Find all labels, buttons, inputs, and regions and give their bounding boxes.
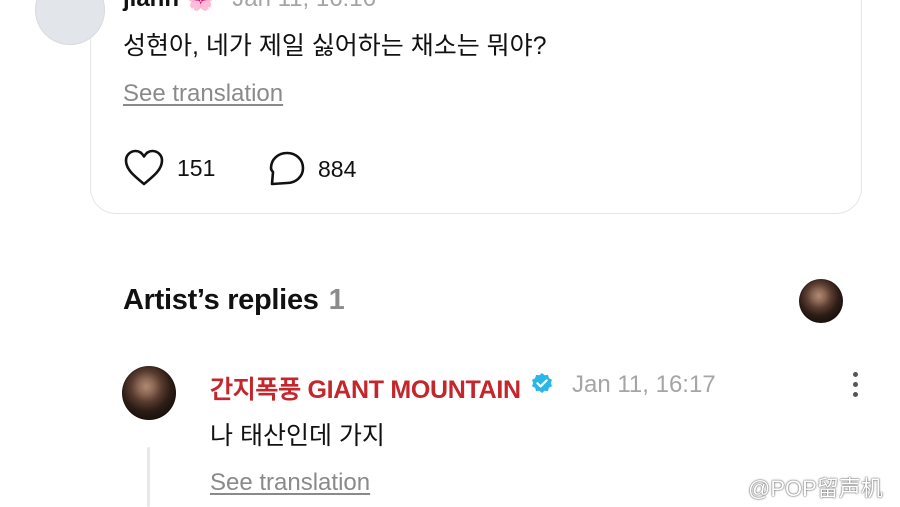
flower-emoji-icon: 🌸: [179, 0, 216, 12]
heart-icon: [124, 149, 164, 186]
like-count: 151: [177, 154, 216, 181]
reply-more-vertical-icon[interactable]: [851, 372, 861, 402]
watermark-text: @POP留声机: [748, 476, 883, 501]
post-timestamp: Jan 11, 16:16: [232, 0, 376, 12]
comment-count: 884: [318, 155, 357, 182]
post-header: jiahh 🌸 Jan 11, 16:16: [123, 0, 376, 13]
artist-replies-count: 1: [328, 284, 345, 316]
post-text: 성현아, 네가 제일 싫어하는 채소는 뭐야?: [123, 32, 547, 60]
reply-see-translation-link[interactable]: See translation: [210, 469, 370, 497]
more-vertical-icon[interactable]: [815, 0, 825, 10]
watermark: @POP留声机: [710, 471, 883, 503]
weibo-icon: [711, 477, 742, 499]
verified-badge-icon: [532, 373, 552, 393]
artist-avatar-small[interactable]: [799, 279, 843, 323]
like-button[interactable]: 151: [123, 148, 215, 188]
post-username[interactable]: jiahh: [123, 0, 179, 12]
post-see-translation-link[interactable]: See translation: [123, 80, 283, 108]
comment-icon: [269, 151, 305, 186]
reply-artist-name[interactable]: 간지폭풍 GIANT MOUNTAIN: [210, 370, 521, 406]
comment-button[interactable]: 884: [268, 150, 356, 188]
thread-line: [147, 447, 150, 507]
reply-timestamp: Jan 11, 16:17: [572, 371, 716, 398]
artist-replies-heading: Artist’s replies 1: [123, 284, 345, 317]
artist-replies-title: Artist’s replies: [123, 284, 319, 316]
reply-artist-avatar[interactable]: [122, 366, 176, 420]
reply-text: 나 태산인데 가지: [210, 422, 385, 450]
